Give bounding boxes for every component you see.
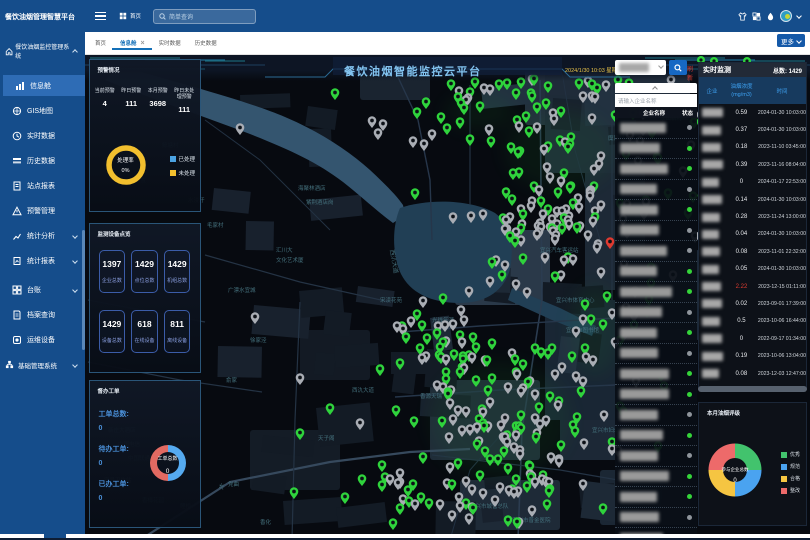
svg-text:党曲: 党曲 — [228, 480, 239, 488]
svg-text:俞家: 俞家 — [226, 376, 238, 384]
svg-text:海聚林酒店: 海聚林酒店 — [298, 184, 326, 192]
svg-text:宜兴市图书馆: 宜兴市图书馆 — [566, 326, 600, 334]
svg-text:汇川大: 汇川大 — [276, 246, 293, 254]
svg-text:天子阁: 天子阁 — [318, 434, 335, 442]
svg-text:徐家泾: 徐家泾 — [250, 336, 267, 344]
svg-text:广漂水宜城: 广漂水宜城 — [228, 286, 256, 294]
svg-text:文化艺术厦: 文化艺术厦 — [276, 256, 304, 264]
svg-text:西氿大道: 西氿大道 — [352, 386, 375, 394]
svg-text:香化: 香化 — [260, 518, 272, 526]
svg-text:毛家村: 毛家村 — [207, 221, 224, 229]
svg-text:紫荆酒店岗: 紫荆酒店岗 — [306, 198, 334, 206]
svg-text:香源天瑞: 香源天瑞 — [420, 392, 443, 400]
svg-text:宋渎花苑: 宋渎花苑 — [380, 296, 403, 304]
